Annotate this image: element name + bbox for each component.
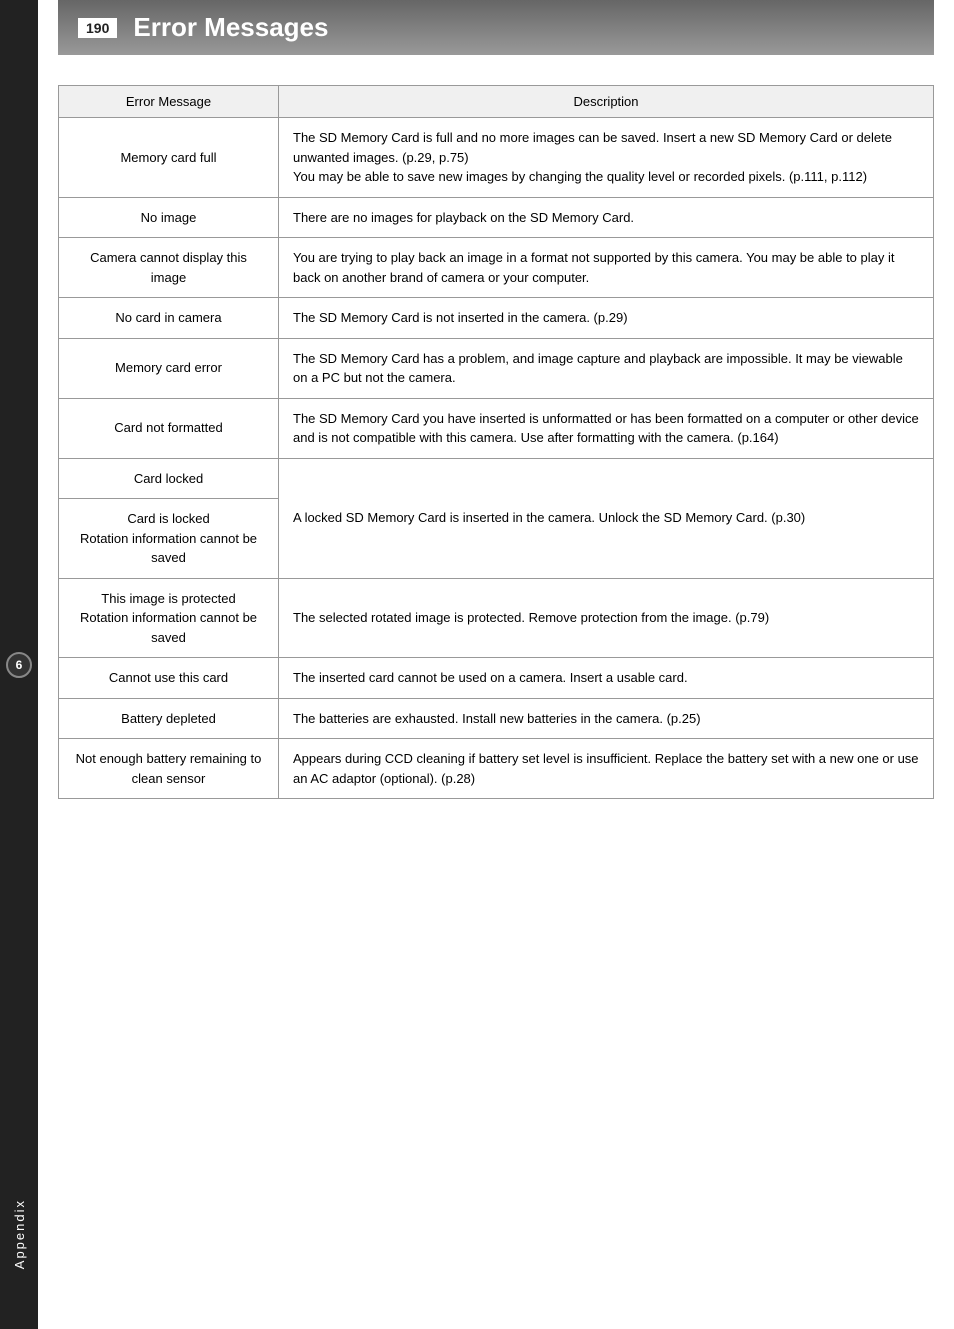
table-header-row: Error Message Description: [59, 86, 934, 118]
error-messages-table: Error Message Description Memory card fu…: [58, 85, 934, 799]
description-cell: The selected rotated image is protected.…: [279, 578, 934, 658]
chapter-number: 6: [6, 652, 32, 678]
description-cell: You are trying to play back an image in …: [279, 238, 934, 298]
page-header: 190 Error Messages: [58, 0, 934, 55]
table-row: Not enough battery remaining to clean se…: [59, 739, 934, 799]
table-row: Cannot use this cardThe inserted card ca…: [59, 658, 934, 699]
error-cell: Cannot use this card: [59, 658, 279, 699]
error-cell: Memory card error: [59, 338, 279, 398]
description-cell: The SD Memory Card is not inserted in th…: [279, 298, 934, 339]
description-cell: There are no images for playback on the …: [279, 197, 934, 238]
table-row: Memory card errorThe SD Memory Card has …: [59, 338, 934, 398]
col-header-description: Description: [279, 86, 934, 118]
error-cell: Memory card full: [59, 118, 279, 198]
table-row: Card lockedA locked SD Memory Card is in…: [59, 458, 934, 499]
error-cell: Battery depleted: [59, 698, 279, 739]
table-row: This image is protected Rotation informa…: [59, 578, 934, 658]
error-cell: Card not formatted: [59, 398, 279, 458]
col-header-error: Error Message: [59, 86, 279, 118]
page-number: 190: [78, 18, 117, 38]
table-row: Camera cannot display this imageYou are …: [59, 238, 934, 298]
error-cell: Not enough battery remaining to clean se…: [59, 739, 279, 799]
page-wrapper: 6 Appendix 190 Error Messages Error Mess…: [0, 0, 954, 1329]
error-cell: Card locked: [59, 458, 279, 499]
description-cell: A locked SD Memory Card is inserted in t…: [279, 458, 934, 578]
table-row: No imageThere are no images for playback…: [59, 197, 934, 238]
error-cell: Card is locked Rotation information cann…: [59, 499, 279, 579]
description-cell: The inserted card cannot be used on a ca…: [279, 658, 934, 699]
error-cell: No image: [59, 197, 279, 238]
description-cell: The SD Memory Card you have inserted is …: [279, 398, 934, 458]
table-row: No card in cameraThe SD Memory Card is n…: [59, 298, 934, 339]
error-cell: Camera cannot display this image: [59, 238, 279, 298]
description-cell: The SD Memory Card has a problem, and im…: [279, 338, 934, 398]
error-cell: No card in camera: [59, 298, 279, 339]
chapter-label: Appendix: [12, 1199, 27, 1269]
error-cell: This image is protected Rotation informa…: [59, 578, 279, 658]
table-row: Battery depletedThe batteries are exhaus…: [59, 698, 934, 739]
content-area: 190 Error Messages Error Message Descrip…: [38, 0, 954, 839]
description-cell: The SD Memory Card is full and no more i…: [279, 118, 934, 198]
description-cell: The batteries are exhausted. Install new…: [279, 698, 934, 739]
description-cell: Appears during CCD cleaning if battery s…: [279, 739, 934, 799]
page-title: Error Messages: [133, 12, 328, 43]
table-row: Card not formattedThe SD Memory Card you…: [59, 398, 934, 458]
side-tab: 6 Appendix: [0, 0, 38, 1329]
table-row: Memory card fullThe SD Memory Card is fu…: [59, 118, 934, 198]
